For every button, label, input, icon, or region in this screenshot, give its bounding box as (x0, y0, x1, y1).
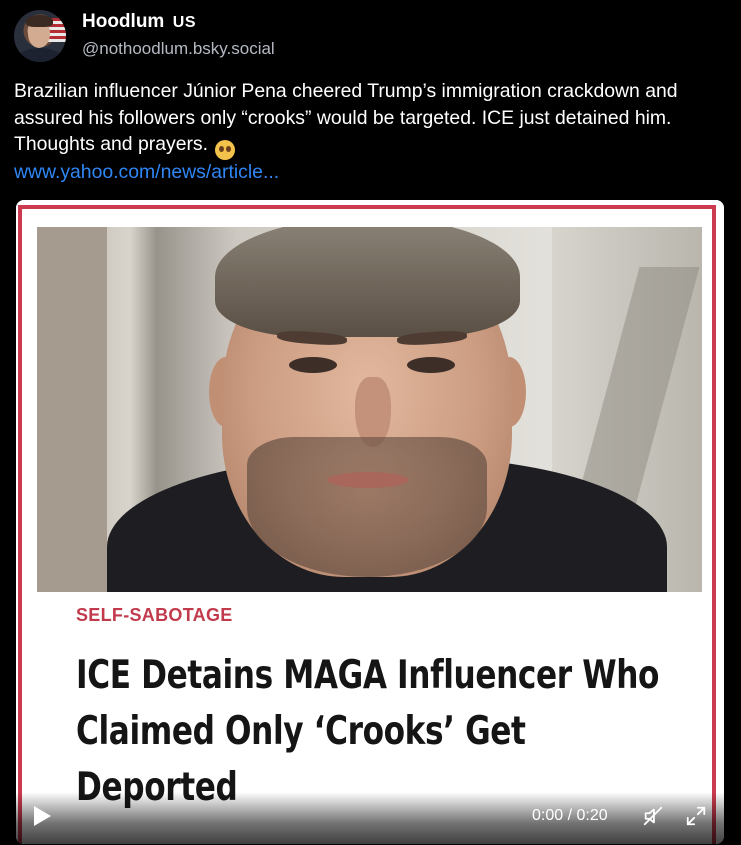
author-name-row[interactable]: Hoodlum US (82, 11, 196, 35)
article-kicker: SELF-SABOTAGE (76, 605, 233, 625)
article-link[interactable]: www.yahoo.com/news/article... (14, 161, 279, 184)
avatar-hair (26, 15, 53, 27)
photo-wall-left (37, 227, 107, 592)
avatar[interactable] (14, 10, 66, 62)
photo-eye-left (289, 357, 337, 373)
video-controls: 0:00 / 0:20 (16, 792, 724, 844)
post-text: Brazilian influencer Júnior Pena cheered… (14, 78, 730, 160)
photo-hair (215, 227, 520, 337)
fullscreen-icon[interactable] (685, 805, 707, 827)
photo-beard (247, 437, 487, 577)
avatar-shirt (18, 48, 62, 62)
video-embed[interactable]: SELF-SABOTAGE ICE Detains MAGA Influence… (16, 200, 724, 844)
author-tag: US (172, 14, 197, 31)
article-headline: ICE Detains MAGA Influencer Who Claimed … (76, 653, 660, 810)
photo-eye-right (407, 357, 455, 373)
author-display-name[interactable]: Hoodlum (82, 11, 164, 32)
photo-mouth (327, 472, 409, 488)
play-icon[interactable] (34, 806, 51, 826)
author-handle[interactable]: @nothoodlum.bsky.social (82, 39, 275, 59)
article-photo (37, 227, 702, 592)
video-time: 0:00 / 0:20 (532, 807, 608, 824)
pleading-face-emoji-icon: pleading-face (215, 140, 236, 160)
post-body: Brazilian influencer Júnior Pena cheered… (14, 80, 678, 155)
post: Hoodlum US @nothoodlum.bsky.social Brazi… (0, 0, 741, 845)
muted-speaker-icon[interactable] (642, 805, 664, 827)
